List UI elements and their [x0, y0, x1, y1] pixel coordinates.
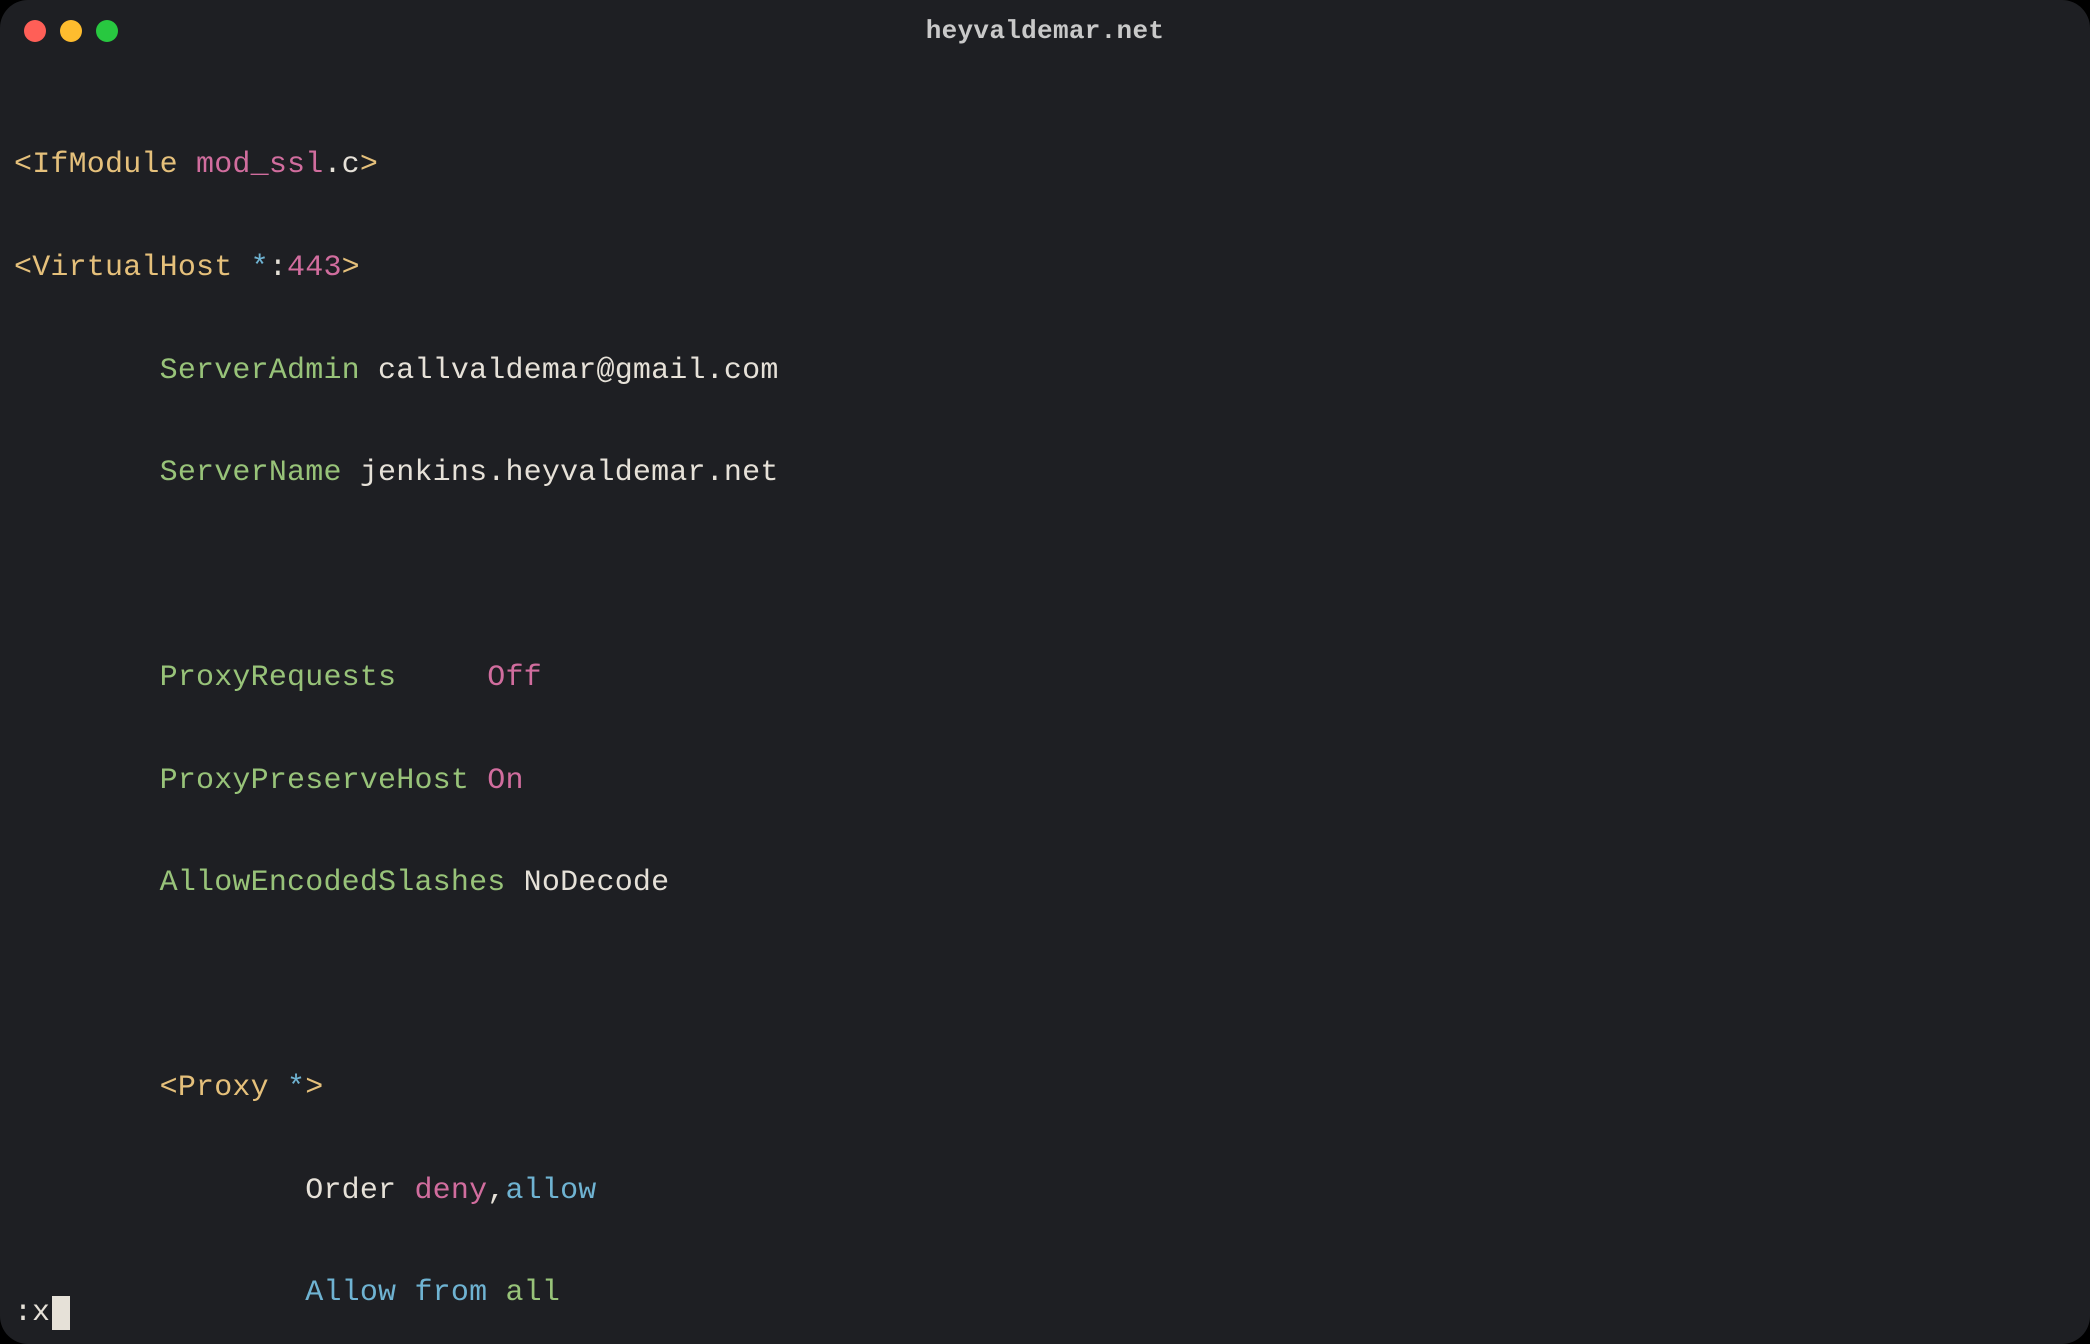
- code-line: AllowEncodedSlashes NoDecode: [14, 866, 2076, 900]
- titlebar: heyvaldemar.net: [0, 0, 2090, 62]
- window-controls: [24, 20, 118, 42]
- cursor-icon: [52, 1296, 70, 1330]
- terminal-window: heyvaldemar.net <IfModule mod_ssl.c> <Vi…: [0, 0, 2090, 1344]
- code-line: <IfModule mod_ssl.c>: [14, 148, 2076, 182]
- vim-command-line[interactable]: :x: [14, 1296, 70, 1330]
- code-line: ProxyRequests Off: [14, 661, 2076, 695]
- code-line: <Proxy *>: [14, 1071, 2076, 1105]
- terminal-content[interactable]: <IfModule mod_ssl.c> <VirtualHost *:443>…: [0, 62, 2090, 1344]
- code-line: ServerAdmin callvaldemar@gmail.com: [14, 354, 2076, 388]
- close-icon[interactable]: [24, 20, 46, 42]
- minimize-icon[interactable]: [60, 20, 82, 42]
- code-line: Allow from all: [14, 1276, 2076, 1310]
- zoom-icon[interactable]: [96, 20, 118, 42]
- code-line: ProxyPreserveHost On: [14, 764, 2076, 798]
- code-line: ServerName jenkins.heyvaldemar.net: [14, 456, 2076, 490]
- code-line: Order deny,allow: [14, 1174, 2076, 1208]
- window-title: heyvaldemar.net: [0, 16, 2090, 46]
- command-text: :x: [14, 1296, 50, 1330]
- code-line: <VirtualHost *:443>: [14, 251, 2076, 285]
- code-line: [14, 969, 2076, 1003]
- code-line: [14, 559, 2076, 593]
